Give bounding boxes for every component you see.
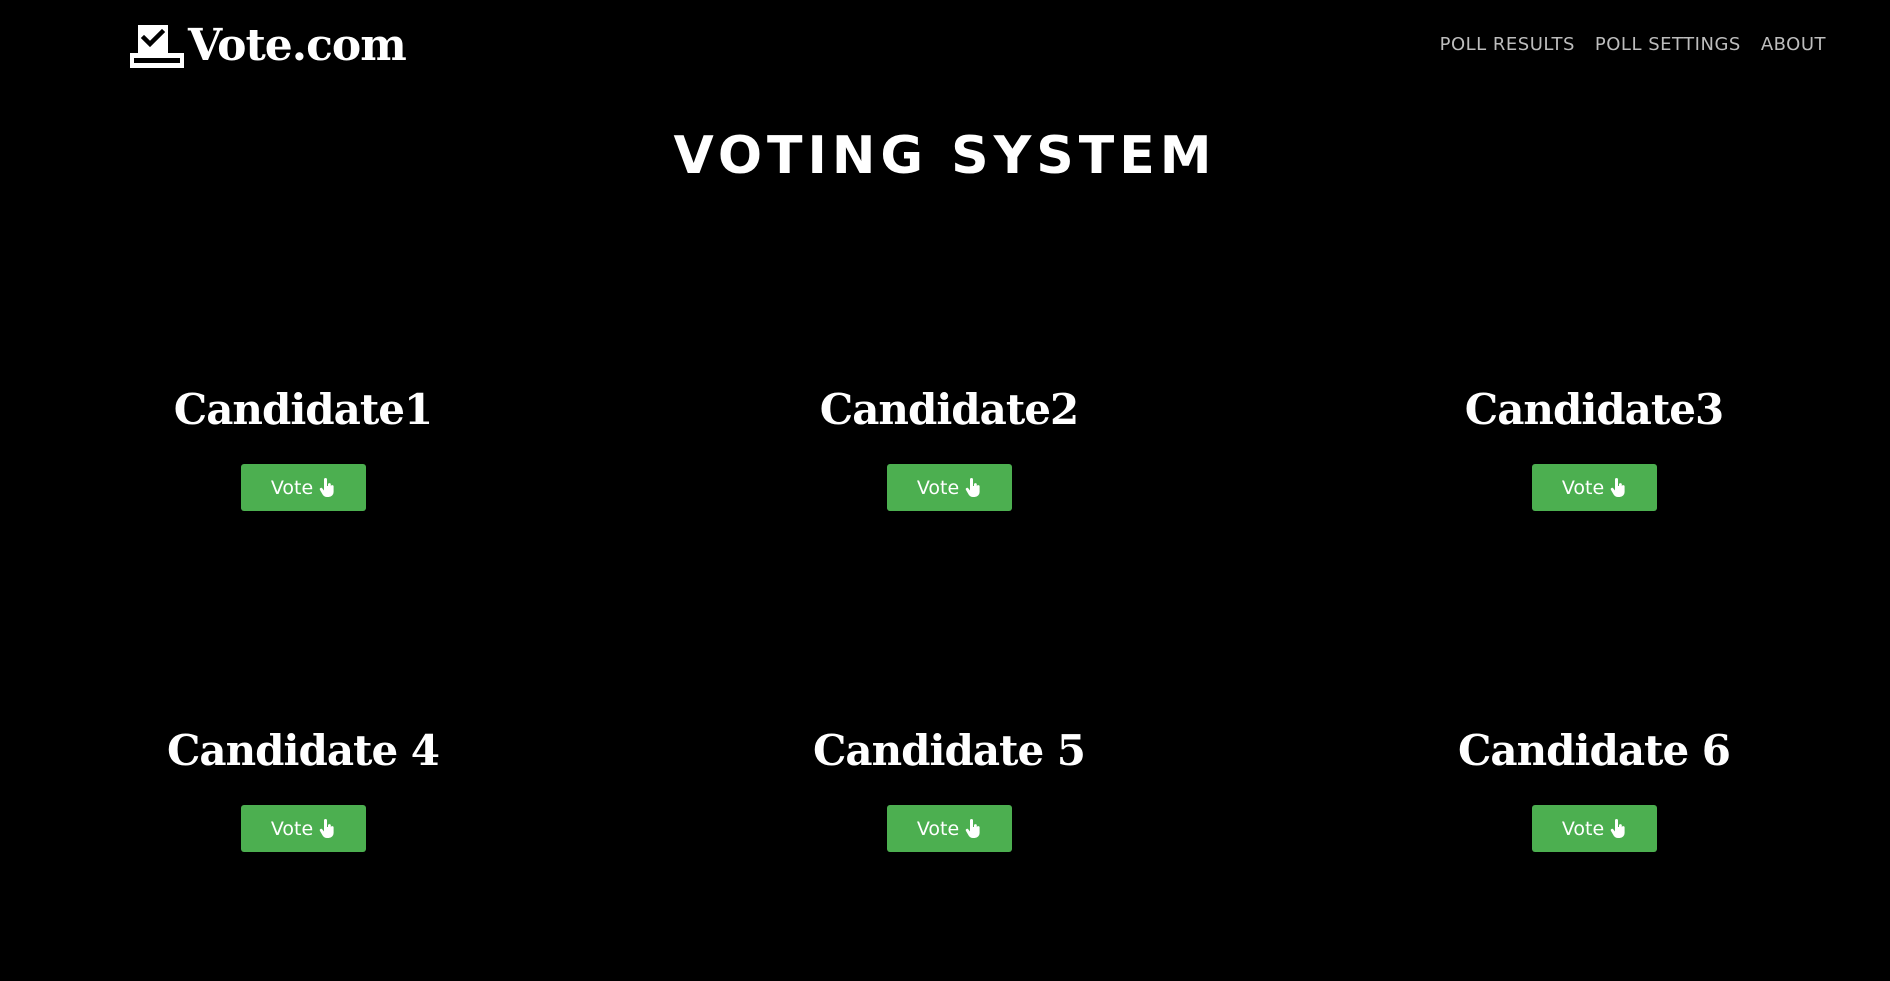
vote-button-label: Vote <box>270 817 314 840</box>
hand-pointer-icon <box>965 818 980 838</box>
candidate-card: Candidate1 Vote <box>83 382 523 511</box>
vote-button[interactable]: Vote <box>886 464 1012 511</box>
candidate-card: Candidate3 Vote <box>1374 382 1814 511</box>
candidate-card: Candidate 6 Vote <box>1374 723 1814 852</box>
candidate-name: Candidate2 <box>819 385 1079 434</box>
vote-button-label: Vote <box>916 476 960 499</box>
hand-pointer-icon <box>319 477 334 497</box>
hand-pointer-icon <box>1610 818 1625 838</box>
vote-button-label: Vote <box>916 817 960 840</box>
vote-button-label: Vote <box>1561 476 1605 499</box>
candidate-card: Candidate 5 Vote <box>729 723 1169 852</box>
candidate-card: Candidate2 Vote <box>729 382 1169 511</box>
vote-button[interactable]: Vote <box>240 464 366 511</box>
vote-button[interactable]: Vote <box>1531 464 1657 511</box>
candidate-name: Candidate 6 <box>1457 726 1731 775</box>
candidate-grid: Candidate1 Vote Candidate2 Vote Candidat… <box>0 0 1890 981</box>
hand-pointer-icon <box>319 818 334 838</box>
candidate-name: Candidate1 <box>173 385 433 434</box>
vote-button[interactable]: Vote <box>240 805 366 852</box>
hand-pointer-icon <box>965 477 980 497</box>
hand-pointer-icon <box>1610 477 1625 497</box>
vote-button[interactable]: Vote <box>886 805 1012 852</box>
candidate-name: Candidate 5 <box>812 726 1086 775</box>
candidate-name: Candidate 4 <box>166 726 440 775</box>
vote-button-label: Vote <box>270 476 314 499</box>
candidate-name: Candidate3 <box>1464 385 1724 434</box>
candidate-card: Candidate 4 Vote <box>83 723 523 852</box>
vote-button[interactable]: Vote <box>1531 805 1657 852</box>
vote-button-label: Vote <box>1561 817 1605 840</box>
